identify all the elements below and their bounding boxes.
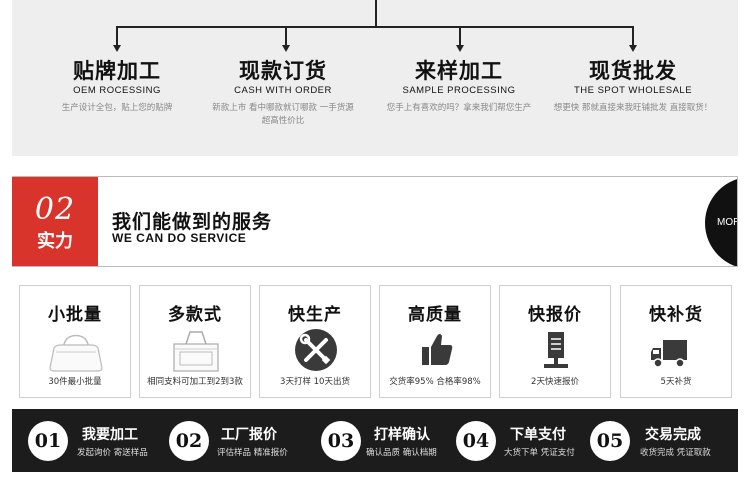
section-label: 实力 [37,231,73,252]
capability-card-small-batch: 小批量 30件最小批量 [19,285,131,398]
tree-branch-1 [116,26,118,46]
step-number: 04 [456,421,496,461]
arrow-down-icon [456,45,464,52]
capability-title: 快报价 [528,305,582,325]
tree-bar [116,26,633,28]
service-title: 贴牌加工 [73,59,161,83]
step-number: 03 [321,421,361,461]
capability-desc: 交货率95% 合格率98% [389,377,481,387]
document-stand-icon [544,332,568,368]
step-title: 工厂报价 [221,427,277,443]
service-desc: 新款上市 看中哪款就订哪款 一手货源 超高性价比 [212,103,354,126]
capability-title: 快生产 [288,305,342,325]
capability-desc: 2天快速报价 [531,377,579,387]
service-sample: 来样加工 SAMPLE PROCESSING 您手上有喜欢的吗？拿来我们帮您生产 [374,58,544,115]
truck-icon [651,340,687,368]
capability-card-fast-production: 快生产 3天打样 10天出货 [259,285,371,398]
capability-card-fast-quote: 快报价 2天快速报价 [499,285,611,398]
service-title: 现货批发 [589,59,677,83]
service-wholesale: 现货批发 THE SPOT WHOLESALE 想更快 那就直接来我旺铺批发 直… [548,58,718,115]
step-title: 交易完成 [645,427,701,443]
thumbs-up-icon [422,334,453,365]
service-subtitle: OEM ROCESSING [73,85,161,96]
tree-branch-3 [459,26,461,46]
process-bar: 01 我要加工 发起询价 寄送样品 02 工厂报价 评估样品 精准报价 03 打… [12,409,738,472]
arrow-down-icon [113,45,121,52]
service-subtitle: SAMPLE PROCESSING [402,85,516,96]
capability-desc: 3天打样 10天出货 [280,377,350,387]
step-desc: 大货下单 凭证支付 [504,448,575,458]
step-desc: 收货完成 凭证取款 [640,448,711,458]
step-title: 我要加工 [82,427,138,443]
service-cash-order: 现款订货 CASH WITH ORDER 新款上市 看中哪款就订哪款 一手货源 … [198,58,368,128]
step-desc: 发起询价 寄送样品 [77,448,148,458]
handbag-outline-icon [49,334,103,372]
more-button-label[interactable]: MORE> [717,217,737,228]
step-number: 01 [28,421,68,461]
service-desc: 生产设计全包，贴上您的贴牌 [61,103,173,113]
tote-bag-outline-icon [173,331,219,372]
service-oem: 贴牌加工 OEM ROCESSING 生产设计全包，贴上您的贴牌 [32,58,202,115]
capability-card-fast-restock: 快补货 5天补货 [620,285,732,398]
section-subtitle: WE CAN DO SERVICE [112,231,247,245]
step-number: 05 [590,421,630,461]
capability-title: 小批量 [48,305,102,325]
capability-desc: 相同支料可加工到2到3款 [147,377,243,387]
capability-title: 快补货 [649,305,703,325]
tree-branch-4 [632,26,634,46]
section-number: 02 [34,192,76,227]
step-title: 打样确认 [374,427,430,443]
capability-title: 多款式 [168,305,222,325]
capability-title: 高质量 [408,305,462,325]
service-subtitle: CASH WITH ORDER [234,85,332,96]
step-desc: 评估样品 精准报价 [217,448,288,458]
services-panel: 贴牌加工 OEM ROCESSING 生产设计全包，贴上您的贴牌 现款订货 CA… [12,0,738,156]
tools-icon [295,329,337,371]
step-title: 下单支付 [510,427,566,443]
section-badge: 02 实力 [12,177,98,266]
service-title: 现款订货 [239,59,327,83]
arrow-down-icon [629,45,637,52]
capability-desc: 30件最小批量 [48,377,102,387]
capability-card-multi-style: 多款式 相同支料可加工到2到3款 [139,285,251,398]
step-desc: 确认品质 确认档期 [366,448,437,458]
capability-desc: 5天补货 [660,377,692,387]
arrow-down-icon [282,45,290,52]
service-desc: 您手上有喜欢的吗？拿来我们帮您生产 [386,103,532,113]
service-title: 来样加工 [415,59,503,83]
tree-branch-2 [285,26,287,46]
service-subtitle: THE SPOT WHOLESALE [573,85,693,96]
step-number: 02 [169,421,209,461]
section-title: 我们能做到的服务 [112,211,273,233]
section-banner: 02 实力 我们能做到的服务 WE CAN DO SERVICE MORE> [12,176,738,267]
tree-trunk [375,0,377,26]
capability-card-high-quality: 高质量 交货率95% 合格率98% [379,285,491,398]
service-desc: 想更快 那就直接来我旺铺批发 直接取货！ [553,103,713,113]
